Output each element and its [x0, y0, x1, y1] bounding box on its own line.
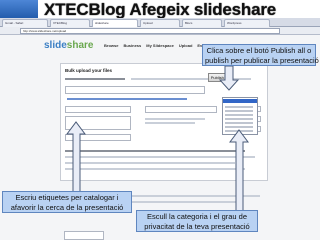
- panel-title: Bulk upload your files: [65, 68, 113, 73]
- callout-tags-line1: Escriu etiquetes per catalogar i: [15, 193, 119, 202]
- callout-category-line2: privacitat de la teva presentació: [144, 221, 250, 231]
- category-option[interactable]: [225, 110, 253, 112]
- callout-tags-line2: afavorir la cerca de la presentació: [10, 202, 124, 212]
- callout-tags: Escriu etiquetes per catalogar i afavori…: [2, 191, 132, 213]
- nav-my-slidespace[interactable]: My Slidespace: [146, 43, 174, 48]
- page-bottom-block: [64, 231, 104, 240]
- browser-toolbar: http://www.slideshare.net/upload: [0, 27, 320, 35]
- slide-title: XTECBlog Afegeix slideshare: [43, 0, 277, 19]
- browser-tab-active[interactable]: slideshare: [92, 19, 138, 27]
- callout-publish-line2: publish per publicar la presentació: [205, 55, 319, 65]
- callout-publish: Clica sobre el botó Publish all o publis…: [202, 44, 319, 66]
- nav-browse[interactable]: Browse: [104, 43, 118, 48]
- form-text-line: [65, 168, 245, 170]
- slideshare-logo[interactable]: slideshare: [44, 40, 94, 54]
- category-option[interactable]: [225, 114, 253, 116]
- category-option[interactable]: [225, 130, 253, 132]
- upload-file-row[interactable]: [65, 86, 205, 94]
- browser-tab[interactable]: Upload: [140, 19, 180, 27]
- tags-field[interactable]: [65, 134, 131, 141]
- category-option[interactable]: [225, 106, 253, 108]
- nav-upload[interactable]: Upload: [179, 43, 193, 48]
- url-input[interactable]: http://www.slideshare.net/upload: [20, 28, 280, 34]
- form-link-line: [67, 98, 187, 100]
- slide: XTECBlog Afegeix slideshare Gmail - Safa…: [0, 0, 320, 240]
- form-text-line: [65, 162, 235, 164]
- category-dropdown-list[interactable]: [222, 97, 258, 135]
- form-text-line: [145, 122, 195, 124]
- nav-business[interactable]: Business: [123, 43, 141, 48]
- category-option[interactable]: [225, 122, 253, 124]
- browser-tab[interactable]: XTECBlog: [50, 19, 90, 27]
- form-text-line: [131, 78, 251, 80]
- browser-tab[interactable]: Blocs: [182, 19, 222, 27]
- form-text-line: [65, 150, 245, 152]
- description-field[interactable]: [65, 116, 131, 130]
- callout-category-line1: Escull la categoria i el grau de: [146, 212, 248, 221]
- callout-category: Escull la categoria i el grau de privaci…: [136, 210, 258, 232]
- form-text-line: [65, 156, 255, 158]
- browser-tab[interactable]: Gmail - Safari: [2, 19, 48, 27]
- publish-all-button[interactable]: Publish All: [208, 73, 232, 82]
- callout-publish-line1: Clica sobre el botó Publish all o: [206, 46, 312, 55]
- options-field[interactable]: [145, 106, 217, 113]
- browser-tab-bar: Gmail - Safari XTECBlog slideshare Uploa…: [0, 18, 320, 27]
- category-option[interactable]: [225, 126, 253, 128]
- category-option-selected[interactable]: [223, 99, 257, 103]
- browser-tab[interactable]: Wordpress: [224, 19, 270, 27]
- title-field[interactable]: [65, 106, 131, 113]
- form-text-line: [65, 78, 125, 80]
- category-option[interactable]: [225, 118, 253, 120]
- form-text-line: [145, 118, 205, 120]
